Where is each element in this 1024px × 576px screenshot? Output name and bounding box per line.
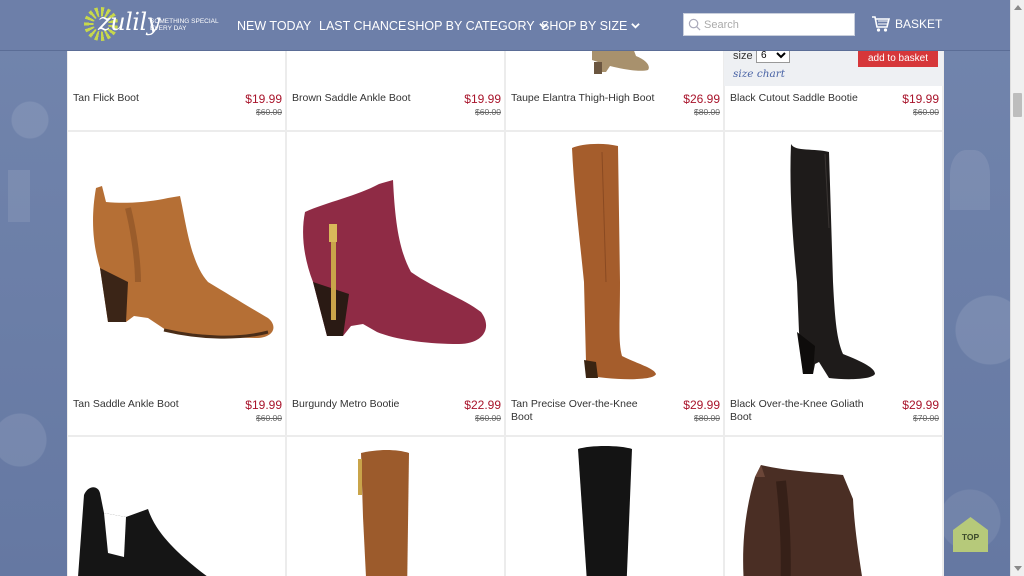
product-original-price: $60.00 (256, 413, 282, 423)
page-scrollbar[interactable] (1010, 0, 1024, 576)
product-original-price: $60.00 (256, 107, 282, 117)
product-name[interactable]: Tan Saddle Ankle Boot (73, 398, 223, 411)
product-card[interactable]: Tan Saddle Ankle Boot $19.99 $60.00 (68, 132, 285, 435)
search-input[interactable] (704, 18, 844, 31)
product-image[interactable] (725, 132, 942, 390)
product-card[interactable]: Tan Precise Over-the-Knee Boot $29.99 $8… (506, 132, 723, 435)
nav-new-today-label: NEW TODAY (237, 18, 312, 33)
product-original-price: $80.00 (694, 107, 720, 117)
nav-last-chance-label: LAST CHANCE (319, 18, 407, 33)
back-to-top-button[interactable]: TOP (952, 516, 989, 553)
product-original-price: $70.00 (913, 413, 939, 423)
nav-shop-by-category-label: SHOP BY CATEGORY (407, 18, 535, 33)
scroll-thumb[interactable] (1013, 93, 1022, 117)
deer-decoration (950, 150, 990, 210)
product-image[interactable] (725, 437, 942, 576)
product-price: $19.99 (245, 398, 282, 412)
top-label: TOP (961, 532, 980, 542)
product-image[interactable] (68, 437, 285, 576)
product-name[interactable]: Black Over-the-Knee Goliath Boot (730, 398, 880, 424)
size-chart-link[interactable]: size chart (733, 68, 785, 80)
arrow-down-icon (1014, 566, 1022, 571)
basket-link[interactable]: BASKET (871, 15, 942, 33)
boot-image (303, 180, 487, 344)
chevron-down-icon (631, 23, 641, 29)
add-to-basket-button[interactable]: add to basket (858, 49, 938, 67)
product-image[interactable] (287, 437, 504, 576)
product-image[interactable] (287, 132, 504, 390)
product-name[interactable]: Black Cutout Saddle Bootie (730, 92, 880, 105)
product-price: $29.99 (683, 398, 720, 412)
product-price: $19.99 (902, 92, 939, 106)
product-price: $19.99 (464, 92, 501, 106)
nav-shop-by-size[interactable]: SHOP BY SIZE (541, 0, 641, 51)
product-price: $29.99 (902, 398, 939, 412)
product-original-price: $60.00 (475, 413, 501, 423)
scroll-up-arrow[interactable] (1011, 0, 1024, 14)
zulily-logo[interactable]: zulily something special every day (84, 5, 218, 45)
logo-tagline: something special every day (150, 18, 219, 32)
product-original-price: $60.00 (913, 107, 939, 117)
product-name[interactable]: Brown Saddle Ankle Boot (292, 92, 442, 105)
product-image[interactable] (68, 132, 285, 390)
boot-image (790, 144, 875, 380)
product-price: $22.99 (464, 398, 501, 412)
product-card[interactable] (287, 437, 504, 576)
product-card[interactable] (506, 437, 723, 576)
product-name[interactable]: Burgundy Metro Bootie (292, 398, 442, 411)
nav-last-chance[interactable]: LAST CHANCE (319, 0, 406, 51)
product-price: $26.99 (683, 92, 720, 106)
product-card[interactable]: Burgundy Metro Bootie $22.99 $60.00 (287, 132, 504, 435)
boot-image (78, 487, 207, 576)
product-card[interactable] (725, 437, 942, 576)
arrow-up-icon (1014, 5, 1022, 10)
product-card[interactable]: Black Over-the-Knee Goliath Boot $29.99 … (725, 132, 942, 435)
product-name[interactable]: Tan Flick Boot (73, 92, 223, 105)
product-name[interactable]: Tan Precise Over-the-Knee Boot (511, 398, 661, 424)
search-box (683, 13, 855, 36)
product-original-price: $60.00 (475, 107, 501, 117)
boot-image (743, 465, 862, 576)
shopping-cart-icon (872, 16, 891, 32)
product-grid-area: Tan Flick Boot $19.99 $60.00 Brown Saddl… (67, 0, 944, 576)
size-label: size (733, 50, 753, 62)
nav-shop-by-size-label: SHOP BY SIZE (541, 18, 628, 33)
product-name[interactable]: Taupe Elantra Thigh-High Boot (511, 92, 661, 105)
site-header: zulily something special every day NEW T… (0, 0, 1010, 51)
boot-image (578, 446, 632, 576)
search-icon[interactable] (688, 18, 701, 31)
product-price: $19.99 (245, 92, 282, 106)
basket-label: BASKET (895, 17, 943, 31)
product-original-price: $80.00 (694, 413, 720, 423)
product-card[interactable] (68, 437, 285, 576)
boot-image (572, 143, 656, 380)
nav-new-today[interactable]: NEW TODAY (237, 0, 311, 51)
product-image[interactable] (506, 437, 723, 576)
scroll-down-arrow[interactable] (1011, 562, 1024, 576)
boot-image (93, 186, 274, 339)
product-image[interactable] (506, 132, 723, 390)
gift-decoration (8, 170, 30, 222)
nav-shop-by-category[interactable]: SHOP BY CATEGORY (407, 0, 548, 51)
boot-image (358, 450, 409, 576)
